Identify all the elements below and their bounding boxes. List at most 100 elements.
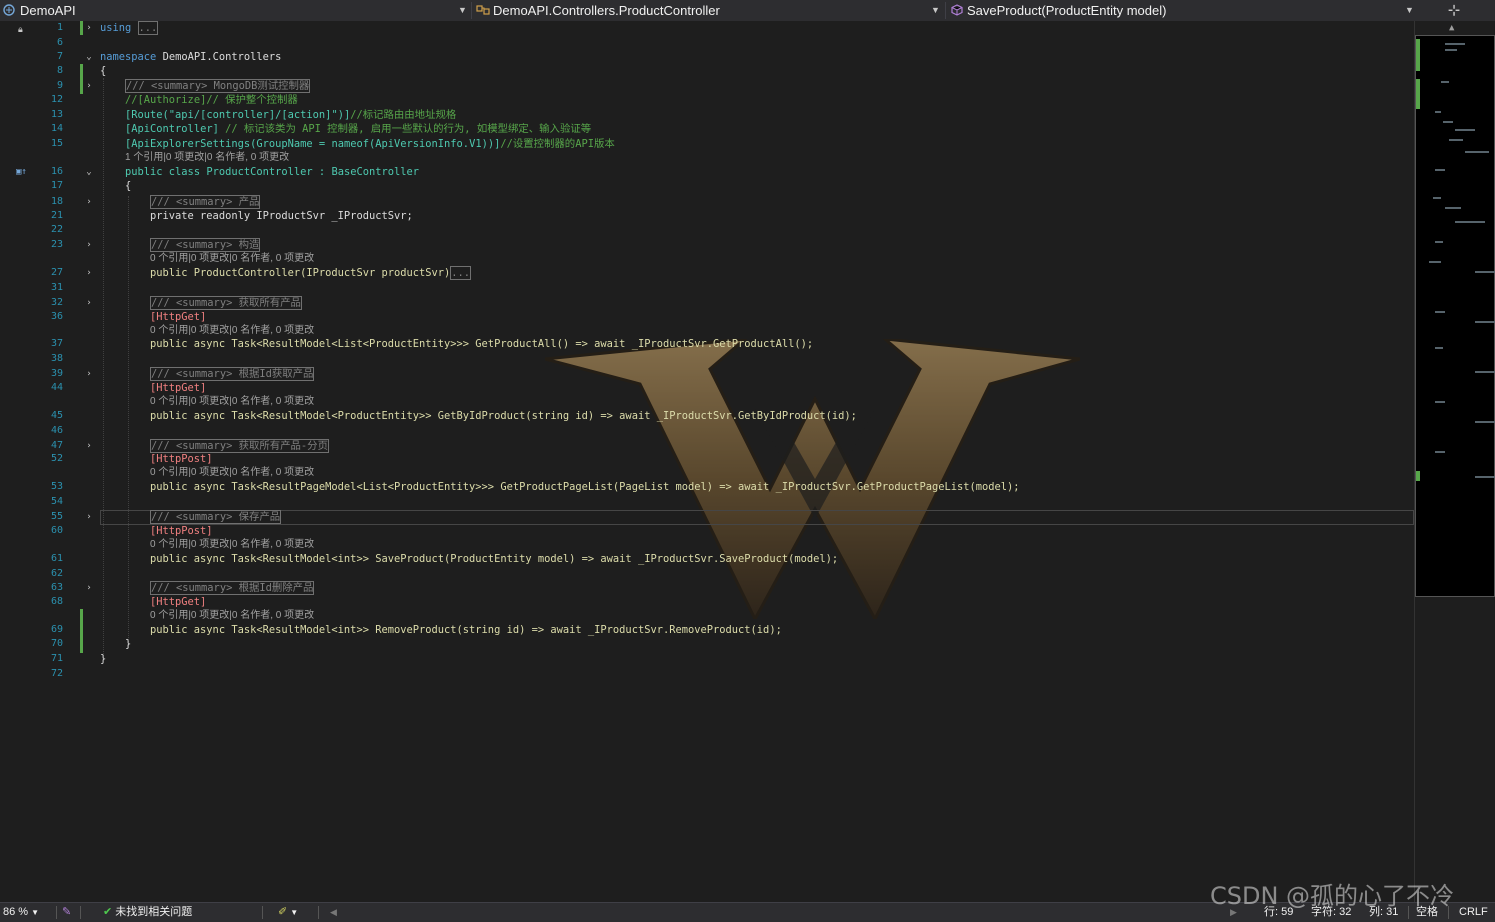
line-number: 18 xyxy=(50,196,63,207)
expand-icon[interactable]: › xyxy=(84,439,94,453)
code-line-1: using ... xyxy=(100,21,159,35)
minimap-code-line xyxy=(1475,476,1495,478)
scroll-up-icon[interactable]: ▲ xyxy=(1449,23,1454,33)
minimap-code-line xyxy=(1475,371,1495,373)
minimap-code-line xyxy=(1435,169,1445,171)
line-number: 17 xyxy=(50,180,63,191)
code-line-14: [ApiController] // 标记该类为 API 控制器, 启用一些默认… xyxy=(125,122,591,136)
code-cleanup-button[interactable]: ✐ ▼ xyxy=(278,903,298,922)
line-number: 44 xyxy=(50,382,63,393)
line-number: 1 xyxy=(56,22,63,33)
line-number: 8 xyxy=(56,65,63,76)
code-line-17: { xyxy=(125,180,132,192)
code-line-52: [HttpPost] xyxy=(150,453,213,465)
minimap-code-line xyxy=(1475,321,1495,323)
expand-icon[interactable]: › xyxy=(84,238,94,252)
codelens[interactable]: 0 个引用|0 项更改|0 名作者, 0 项更改 xyxy=(150,538,314,552)
scroll-left-icon[interactable]: ◀ xyxy=(330,903,337,922)
minimap-code-line xyxy=(1455,129,1475,131)
code-line-21: private readonly IProductSvr _IProductSv… xyxy=(150,210,413,222)
code-line-23: /// <summary> 构造 xyxy=(150,238,261,252)
line-number: 52 xyxy=(50,453,63,464)
type-dropdown[interactable]: DemoAPI.Controllers.ProductController ▼ xyxy=(473,0,943,21)
code-line-71: } xyxy=(100,653,107,665)
minimap-code-line xyxy=(1441,81,1449,83)
route-comment: //标记路由由地址规格 xyxy=(350,109,457,121)
minimap-change-marker xyxy=(1416,79,1420,109)
code-line-68: [HttpGet] xyxy=(150,596,207,608)
scroll-map[interactable]: ▲ xyxy=(1414,21,1495,902)
collapsed-summary[interactable]: /// <summary> 根据Id删除产品 xyxy=(150,581,315,595)
expand-icon[interactable]: › xyxy=(84,195,94,209)
line-number: 12 xyxy=(50,94,63,105)
change-indicator xyxy=(80,64,83,94)
codelens[interactable]: 0 个引用|0 项更改|0 名作者, 0 项更改 xyxy=(150,395,314,409)
apicontroller-comment: // 标记该类为 API 控制器, 启用一些默认的行为, 如模型绑定、输入验证等 xyxy=(225,123,592,135)
code-line-53: public async Task<ResultPageModel<List<P… xyxy=(150,481,1020,493)
csharp-project-icon xyxy=(3,1,17,16)
issues-indicator[interactable]: ✔ 未找到相关问题 xyxy=(103,903,192,922)
line-ending-indicator[interactable]: CRLF xyxy=(1459,903,1488,922)
collapsed-summary[interactable]: /// <summary> 构造 xyxy=(150,238,261,252)
minimap-code-line xyxy=(1465,151,1489,153)
codelens[interactable]: 0 个引用|0 项更改|0 名作者, 0 项更改 xyxy=(150,324,314,338)
expand-icon[interactable]: › xyxy=(84,296,94,310)
code-line-7: namespace DemoAPI.Controllers xyxy=(100,50,281,64)
split-window-button[interactable]: ⊹ xyxy=(1444,1,1464,20)
expand-icon[interactable]: › xyxy=(84,21,94,35)
code-line-63: /// <summary> 根据Id删除产品 xyxy=(150,581,315,595)
minimap-code-line xyxy=(1433,197,1441,199)
line-number: 47 xyxy=(50,440,63,451)
glyph-margin[interactable]: 🔒︎ ▣↑ xyxy=(0,21,27,902)
code-editor[interactable]: 🔒︎ ▣↑ 1 6 7 8 9 12 13 14 15 16 17 18 21 22 23 27 31 32 36 3… xyxy=(0,21,1414,902)
zoom-dropdown[interactable]: 86 % ▼ xyxy=(3,903,39,922)
member-label: SaveProduct(ProductEntity model) xyxy=(967,3,1167,18)
codelens[interactable]: 0 个引用|0 项更改|0 名作者, 0 项更改 xyxy=(150,609,314,623)
collapsed-summary[interactable]: /// <summary> 产品 xyxy=(150,195,261,209)
expand-icon[interactable]: › xyxy=(84,581,94,595)
code-line-47: /// <summary> 获取所有产品-分页 xyxy=(150,439,329,453)
type-label: DemoAPI.Controllers.ProductController xyxy=(493,3,720,18)
expand-icon[interactable]: › xyxy=(84,367,94,381)
line-number: 13 xyxy=(50,109,63,120)
project-dropdown[interactable]: DemoAPI ▼ xyxy=(0,0,470,21)
codelens[interactable]: 0 个引用|0 项更改|0 名作者, 0 项更改 xyxy=(150,466,314,480)
minimap-code-line xyxy=(1435,401,1445,403)
code-line-45: public async Task<ResultModel<ProductEnt… xyxy=(150,410,857,422)
intellicode-icon[interactable]: ✎ xyxy=(62,903,71,922)
collapsed-summary[interactable]: /// <summary> 获取所有产品-分页 xyxy=(150,439,329,453)
line-number: 7 xyxy=(56,51,63,62)
code-line-39: /// <summary> 根据Id获取产品 xyxy=(150,367,315,381)
collapsed-summary[interactable]: /// <summary> 根据Id获取产品 xyxy=(150,367,315,381)
issues-label: 未找到相关问题 xyxy=(115,906,193,918)
expand-icon[interactable]: › xyxy=(84,510,94,524)
line-number: 6 xyxy=(56,37,63,48)
minimap-code-line xyxy=(1435,311,1445,313)
codelens[interactable]: 0 个引用|0 项更改|0 名作者, 0 项更改 xyxy=(150,252,314,266)
chevron-down-icon: ▼ xyxy=(1405,5,1414,15)
explorer-attribute: [ApiExplorerSettings(GroupName = nameof(… xyxy=(125,138,501,150)
code-line-70: } xyxy=(125,638,132,650)
method-icon xyxy=(950,1,964,16)
minimap-viewport[interactable] xyxy=(1415,35,1495,597)
collapsed-region[interactable]: ... xyxy=(137,21,159,35)
code-line-12: //[Authorize]// 保护整个控制器 xyxy=(125,94,298,106)
line-number: 38 xyxy=(50,353,63,364)
collapse-icon[interactable]: ⌄ xyxy=(84,50,94,64)
expand-icon[interactable]: › xyxy=(84,79,94,93)
code-line-37: public async Task<ResultModel<List<Produ… xyxy=(150,338,814,350)
expand-icon[interactable]: › xyxy=(84,266,94,280)
collapsed-summary[interactable]: /// <summary> 保存产品 xyxy=(150,510,282,524)
collapse-icon[interactable]: ⌄ xyxy=(84,165,94,179)
collapsed-region[interactable]: ... xyxy=(450,266,472,280)
apicontroller-attribute: [ApiController] xyxy=(125,123,219,135)
chevron-down-icon: ▼ xyxy=(458,5,467,15)
collapsed-summary[interactable]: /// <summary> MongoDB测试控制器 xyxy=(125,79,311,93)
route-attribute: [Route("api/[controller]/[action]")] xyxy=(125,109,351,121)
member-dropdown[interactable]: SaveProduct(ProductEntity model) ▼ xyxy=(947,0,1417,21)
change-indicator xyxy=(80,609,83,653)
class-icon xyxy=(476,1,490,15)
codelens[interactable]: 1 个引用|0 项更改|0 名作者, 0 项更改 xyxy=(125,151,289,165)
minimap-code-line xyxy=(1445,207,1461,209)
collapsed-summary[interactable]: /// <summary> 获取所有产品 xyxy=(150,296,302,310)
